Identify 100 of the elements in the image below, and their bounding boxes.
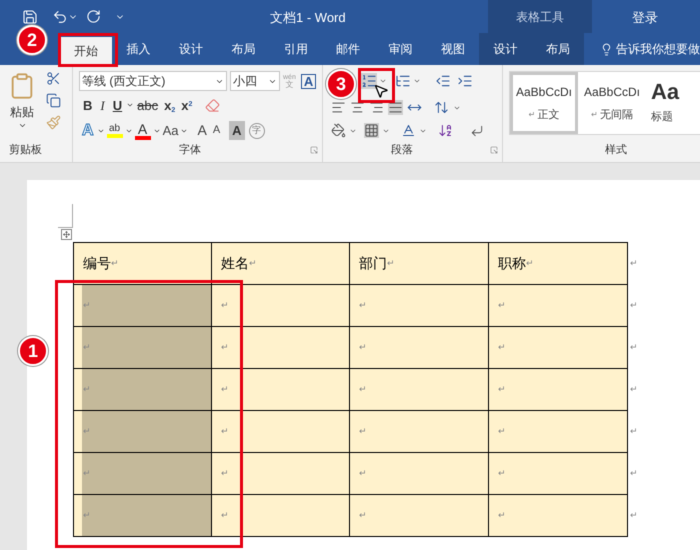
window-title: 文档1 - Word [270,9,346,27]
header-text: 部门 [359,254,387,273]
dialog-launcher-icon[interactable] [490,146,498,154]
group-label: 剪贴板 [8,142,43,158]
cell-mark: ↵ [359,382,367,396]
style-preview: Aa [651,80,680,103]
style-name: 无间隔 [600,108,633,123]
cell-mark: ↵ [359,424,367,438]
cell-mark: ↵ [498,382,506,396]
cell-mark: ↵ [221,382,229,396]
cell-mark: ↵ [83,508,91,522]
cell-mark: ↵ [83,466,91,480]
save-icon[interactable] [22,8,38,24]
align-left-icon[interactable] [331,100,346,116]
header-text: 职称 [498,254,526,273]
underline-button[interactable]: U [108,98,126,112]
copy-icon[interactable] [46,93,61,108]
style-name: 标题 [651,110,673,125]
ribbon-tab[interactable]: 布局 [217,33,270,65]
cell-mark: ↵ [498,298,506,312]
cell-mark: ↵ [249,256,257,270]
group-label: 段落 [391,142,413,158]
paragraph-mark: ↵ [591,109,598,121]
align-center-icon[interactable] [350,100,365,116]
row-end-mark: ↵ [629,425,638,438]
style-item[interactable]: AaBbCcDı ↵ 正文 [510,72,578,134]
ribbon-tab[interactable]: 引用 [270,33,322,65]
font-size-dropdown[interactable]: 小四 [230,71,280,91]
row-end-mark: ↵ [629,467,638,480]
font-name-dropdown[interactable]: 等线 (西文正文) [79,71,227,91]
cell-mark: ↵ [387,256,395,270]
style-item[interactable]: AaBbCcDı ↵ 无间隔 [578,72,646,134]
strikethrough-button[interactable]: abc [134,98,162,112]
ribbon-tab[interactable]: 设计 [164,33,218,65]
font-color-button[interactable]: A [132,122,153,140]
style-item[interactable]: Aa 标题 [646,72,700,134]
caret-icon[interactable] [18,121,26,130]
cell-mark: ↵ [221,508,229,522]
shading-icon[interactable] [331,123,346,138]
character-shading-button[interactable]: A [229,120,245,140]
ribbon-tab[interactable]: 开始 [60,37,112,65]
ribbon-tab[interactable]: 插入 [112,33,165,65]
style-name: 正文 [538,108,560,123]
cell-mark: ↵ [359,340,367,354]
character-border-button[interactable]: A [300,74,316,88]
cell-mark: ↵ [498,508,506,522]
cell-mark: ↵ [498,466,506,480]
table-move-handle-icon[interactable] [61,229,72,240]
cell-mark: ↵ [221,298,229,312]
eraser-icon[interactable] [205,98,220,113]
margin-corner [58,204,73,228]
ribbon-tab[interactable]: 布局 [532,33,584,65]
asian-layout-icon[interactable] [401,123,416,138]
redo-icon[interactable] [86,9,101,24]
ribbon-tab[interactable]: 邮件 [322,33,374,65]
bold-button[interactable]: B [79,98,96,112]
cell-mark: ↵ [359,298,367,312]
borders-icon[interactable] [364,123,379,138]
row-end-mark: ↵ [629,383,638,396]
cell-mark: ↵ [221,424,229,438]
ribbon-tab[interactable]: 审阅 [374,33,427,65]
header-text: 姓名 [221,254,249,273]
grow-font-button[interactable]: A [194,120,210,141]
cell-mark: ↵ [359,508,367,522]
cell-mark: ↵ [498,424,506,438]
sort-icon[interactable] [438,123,453,138]
paragraph-mark-icon[interactable] [470,124,484,138]
shrink-font-button[interactable]: A [210,122,224,139]
group-label: 字体 [179,142,201,158]
cell-mark: ↵ [83,298,91,312]
cut-icon[interactable] [46,71,61,86]
paste-button[interactable]: 粘贴 [10,103,34,121]
tell-me-field[interactable]: 告诉我你想要做 [616,40,700,58]
cell-mark: ↵ [498,340,506,354]
dialog-launcher-icon[interactable] [310,146,318,154]
superscript-button[interactable]: x$^{2}$ [178,98,196,112]
cell-mark: ↵ [526,256,534,270]
style-preview: AaBbCcDı [584,84,640,101]
italic-button[interactable]: I [96,98,109,112]
login-link[interactable]: 登录 [632,8,658,28]
justify-icon[interactable] [388,100,403,116]
mouse-cursor-icon [373,82,389,100]
highlight-frame [58,33,118,67]
numbering-icon[interactable] [361,72,377,89]
step-badge: 1 [18,336,48,366]
highlight-button[interactable]: ab [104,124,125,138]
subscript-button[interactable]: x$_{2}$ [161,98,178,112]
row-end-mark: ↵ [629,509,638,522]
cell-mark: ↵ [83,340,91,354]
undo-icon[interactable] [52,8,68,24]
align-right-icon[interactable] [369,100,384,116]
row-end-mark: ↵ [629,256,638,270]
enclose-character-button[interactable]: 字 [248,122,265,138]
cell-mark: ↵ [359,466,367,480]
ribbon-tab[interactable]: 设计 [479,33,532,65]
group-label: 样式 [605,142,628,158]
line-spacing-icon[interactable] [434,100,449,116]
change-case-button[interactable]: Aa [160,120,180,140]
row-end-mark: ↵ [629,299,638,312]
ribbon-tab[interactable]: 视图 [426,33,480,65]
